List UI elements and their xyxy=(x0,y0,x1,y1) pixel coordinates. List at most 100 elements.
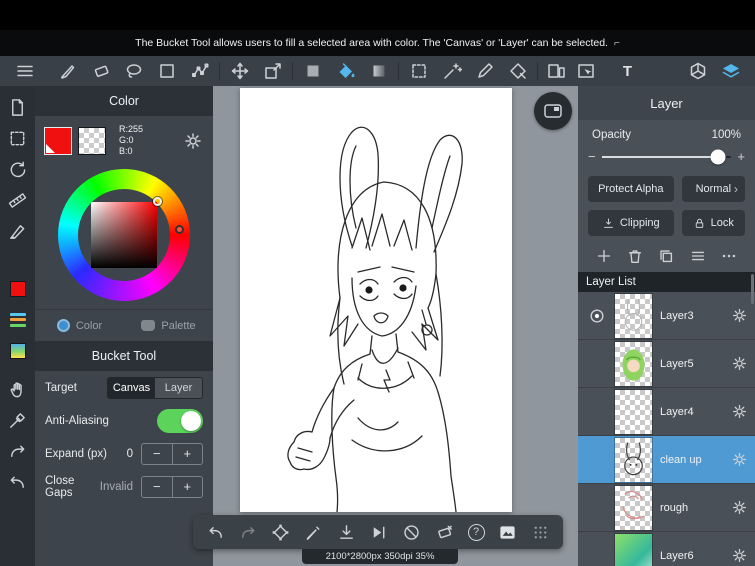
expand-minus-button[interactable]: − xyxy=(142,444,172,464)
layer-row-layer5[interactable]: Layer5 xyxy=(578,340,755,388)
color-set-button[interactable] xyxy=(0,304,35,335)
window-select-button[interactable] xyxy=(571,56,601,86)
delete-layer-icon[interactable] xyxy=(626,247,644,265)
layer-settings-button[interactable] xyxy=(723,451,755,468)
transform-tool-button[interactable] xyxy=(256,56,289,86)
text-tool-button[interactable]: T xyxy=(611,56,644,86)
layer-list-scrollbar[interactable] xyxy=(751,274,754,304)
layer-list-view-icon[interactable] xyxy=(689,247,707,265)
undo-icon[interactable] xyxy=(206,523,225,542)
brush-tool-button[interactable] xyxy=(51,56,84,86)
select-area-button[interactable] xyxy=(0,123,35,154)
layer-row-layer4[interactable]: Layer4 xyxy=(578,388,755,436)
import-image-icon[interactable] xyxy=(337,523,356,542)
gradient-set-button[interactable] xyxy=(0,335,35,366)
canvas-area[interactable] xyxy=(213,86,578,566)
pen-icon[interactable] xyxy=(304,523,323,542)
more-options-icon[interactable] xyxy=(720,247,738,265)
split-view-icon xyxy=(548,64,565,78)
select-pen-button[interactable] xyxy=(468,56,501,86)
material-brush-button[interactable] xyxy=(0,216,35,247)
draw-disabled-icon[interactable] xyxy=(402,523,421,542)
background-color-swatch[interactable] xyxy=(78,126,106,155)
help-button[interactable]: ? xyxy=(467,523,485,541)
reference-image-icon[interactable] xyxy=(498,523,517,542)
marquee-select-button[interactable] xyxy=(402,56,435,86)
eyedropper-button[interactable] xyxy=(0,405,35,436)
magic-wand-button[interactable] xyxy=(435,56,468,86)
canvas-preview-button[interactable] xyxy=(534,92,572,130)
layer-name: Layer4 xyxy=(660,405,694,418)
ruler-button[interactable] xyxy=(0,185,35,216)
clipping-button[interactable]: Clipping xyxy=(588,210,674,236)
lasso-tool-button[interactable] xyxy=(117,56,150,86)
expand-plus-button[interactable]: + xyxy=(173,444,203,464)
notification-dismiss-icon[interactable]: ⌐ xyxy=(614,38,620,49)
protect-alpha-button[interactable]: Protect Alpha xyxy=(588,176,674,202)
notification-text: The Bucket Tool allows users to fill a s… xyxy=(135,37,608,49)
layer-name: Layer6 xyxy=(660,549,694,562)
fill-shape-button[interactable] xyxy=(296,56,329,86)
next-frame-icon[interactable] xyxy=(369,523,388,542)
opacity-slider[interactable] xyxy=(601,149,732,164)
layer-visibility-toggle[interactable] xyxy=(578,307,615,325)
saturation-value-square[interactable] xyxy=(91,197,162,268)
color-tab-label: Color xyxy=(75,319,103,332)
clear-layer-icon[interactable] xyxy=(435,523,454,542)
shape-tool-button[interactable] xyxy=(150,56,183,86)
polyline-tool-button[interactable] xyxy=(183,56,216,86)
color-wheel[interactable] xyxy=(58,169,190,301)
bucket-tool-button[interactable] xyxy=(329,56,362,86)
anti-aliasing-toggle[interactable] xyxy=(157,408,203,433)
sv-marker[interactable] xyxy=(153,197,162,206)
new-file-button[interactable] xyxy=(0,92,35,123)
hand-tool-button[interactable] xyxy=(0,374,35,405)
close-gaps-minus-button[interactable]: − xyxy=(142,477,172,497)
layer-panel-button[interactable] xyxy=(714,56,747,86)
layer-row-rough[interactable]: rough xyxy=(578,484,755,532)
layer-settings-button[interactable] xyxy=(723,547,755,564)
blend-mode-button[interactable]: Normal › xyxy=(681,176,745,202)
target-layer-option[interactable]: Layer xyxy=(155,377,202,398)
foreground-color-swatch[interactable] xyxy=(44,126,72,155)
lock-label: Lock xyxy=(710,217,734,229)
target-canvas-option[interactable]: Canvas xyxy=(108,377,155,398)
layer-row-layer6[interactable]: Layer6 xyxy=(578,532,755,566)
layer-settings-button[interactable] xyxy=(723,355,755,372)
redo-icon[interactable] xyxy=(239,523,258,542)
lock-button[interactable]: Lock xyxy=(681,210,745,236)
duplicate-layer-icon[interactable] xyxy=(657,247,675,265)
clipping-icon xyxy=(604,217,613,228)
gradient-tool-button[interactable] xyxy=(362,56,395,86)
menu-button[interactable] xyxy=(8,56,41,86)
layer-row-clean-up[interactable]: clean up xyxy=(578,436,755,484)
material-panel-button[interactable] xyxy=(681,56,714,86)
eraser-tool-button[interactable] xyxy=(84,56,117,86)
select-eraser-button[interactable] xyxy=(501,56,534,86)
opacity-slider-knob[interactable] xyxy=(710,149,726,164)
layer-row-layer3[interactable]: Layer3 xyxy=(578,292,755,340)
reset-view-button[interactable] xyxy=(0,154,35,185)
hue-marker[interactable] xyxy=(175,225,184,234)
add-layer-icon[interactable] xyxy=(595,247,613,265)
opacity-plus-button[interactable]: + xyxy=(737,149,745,164)
expand-row: Expand (px) 0 − + xyxy=(35,437,213,470)
current-color-button[interactable] xyxy=(0,273,35,304)
undo-button[interactable] xyxy=(0,467,35,498)
tab-color[interactable]: Color xyxy=(35,310,124,341)
opacity-minus-button[interactable]: − xyxy=(588,149,596,164)
color-settings-gear-icon[interactable] xyxy=(183,131,203,151)
split-view-button[interactable] xyxy=(541,56,571,86)
close-gaps-plus-button[interactable]: + xyxy=(173,477,203,497)
layer-settings-button[interactable] xyxy=(723,403,755,420)
tab-palette[interactable]: Palette xyxy=(124,310,213,341)
layer-settings-button[interactable] xyxy=(723,307,755,324)
text-tool-icon: T xyxy=(622,62,633,80)
layer-panel-title: Layer xyxy=(650,95,683,111)
redo-button[interactable] xyxy=(0,436,35,467)
layer-settings-button[interactable] xyxy=(723,499,755,516)
transform-handles-icon[interactable] xyxy=(271,523,290,542)
drag-handle-icon[interactable] xyxy=(531,523,550,542)
canvas-document[interactable] xyxy=(240,88,512,512)
move-tool-button[interactable] xyxy=(223,56,256,86)
